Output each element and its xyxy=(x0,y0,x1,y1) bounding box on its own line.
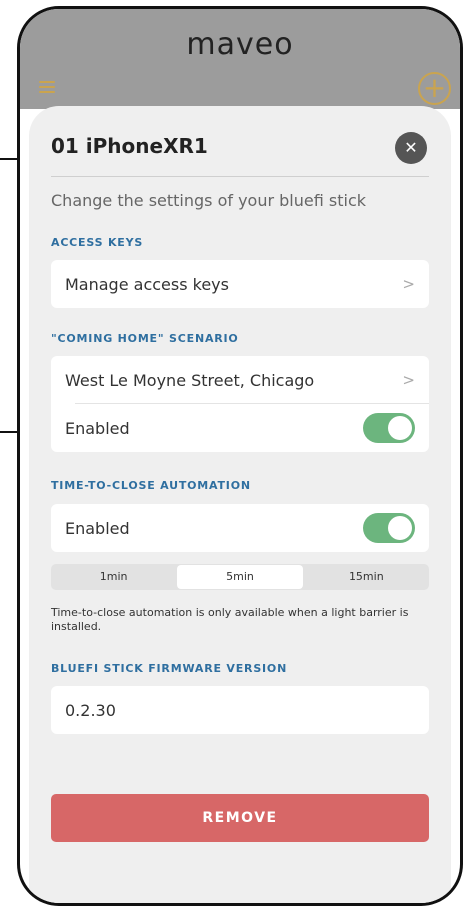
close-x-icon[interactable]: ✕ xyxy=(395,132,427,164)
plus-circle-icon[interactable]: + xyxy=(418,72,451,105)
section-label-coming-home: "COMING HOME" SCENARIO xyxy=(51,332,239,345)
coming-home-enabled-row: Enabled xyxy=(51,404,429,452)
time-to-close-note: Time-to-close automation is only availab… xyxy=(51,606,409,633)
phone-frame: maveo + 01 iPhoneXR1 ✕ Change the settin… xyxy=(17,6,463,906)
divider xyxy=(51,176,429,177)
section-label-firmware: BLUEFI STICK FIRMWARE VERSION xyxy=(51,662,288,675)
dialog-subtitle: Change the settings of your bluefi stick xyxy=(51,191,367,210)
segment-15min[interactable]: 15min xyxy=(304,564,429,590)
access-keys-card: Manage access keys > xyxy=(51,260,429,308)
manage-access-keys-label: Manage access keys xyxy=(65,274,229,294)
chevron-right-icon: > xyxy=(402,275,415,293)
section-label-time-to-close: TIME-TO-CLOSE AUTOMATION xyxy=(51,479,251,492)
time-to-close-enabled-row: Enabled xyxy=(51,504,429,552)
toggle-knob xyxy=(388,516,412,540)
time-to-close-card: Enabled xyxy=(51,504,429,552)
firmware-card: 0.2.30 xyxy=(51,686,429,734)
toggle-knob xyxy=(388,416,412,440)
section-label-access-keys: ACCESS KEYS xyxy=(51,236,144,249)
coming-home-location: West Le Moyne Street, Chicago xyxy=(65,370,315,390)
coming-home-location-row[interactable]: West Le Moyne Street, Chicago > xyxy=(51,356,429,404)
time-to-close-toggle[interactable] xyxy=(363,513,415,543)
coming-home-toggle[interactable] xyxy=(363,413,415,443)
remove-button[interactable]: REMOVE xyxy=(51,794,429,842)
firmware-version: 0.2.30 xyxy=(65,700,116,720)
manage-access-keys-row[interactable]: Manage access keys > xyxy=(51,260,429,308)
hamburger-menu-icon[interactable] xyxy=(39,81,55,93)
settings-sheet: 01 iPhoneXR1 ✕ Change the settings of yo… xyxy=(29,106,451,903)
dialog-title: 01 iPhoneXR1 xyxy=(51,134,208,158)
coming-home-card: West Le Moyne Street, Chicago > Enabled xyxy=(51,356,429,452)
segment-1min[interactable]: 1min xyxy=(51,564,176,590)
time-to-close-enabled-label: Enabled xyxy=(65,518,130,538)
coming-home-enabled-label: Enabled xyxy=(65,418,130,438)
time-to-close-segmented-control: 1min 5min 15min xyxy=(51,564,429,590)
firmware-version-row: 0.2.30 xyxy=(51,686,429,734)
app-header: maveo + xyxy=(20,9,460,109)
app-logo: maveo xyxy=(186,27,294,62)
segment-5min[interactable]: 5min xyxy=(177,565,303,589)
chevron-right-icon: > xyxy=(402,371,415,389)
